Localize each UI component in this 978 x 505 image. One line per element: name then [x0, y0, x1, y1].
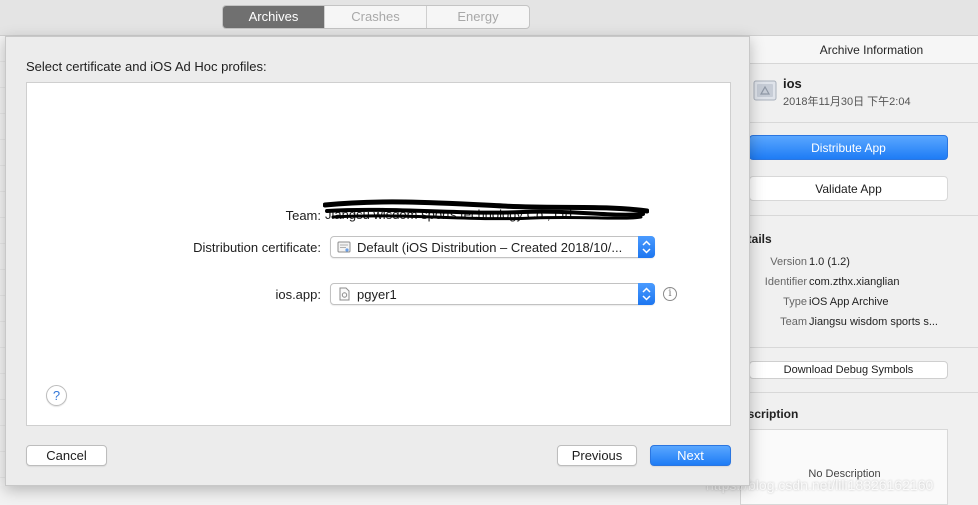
distribution-certificate-popup[interactable]: Default (iOS Distribution – Created 2018… [330, 236, 655, 258]
divider [741, 122, 978, 123]
distribution-options-sheet: Select certificate and iOS Ad Hoc profil… [5, 36, 750, 486]
signing-options-box: Team: Jiangsu wisdom sports technology C… [26, 82, 731, 426]
detail-value: 1.0 (1.2) [809, 256, 850, 268]
chevron-up-down-icon [642, 287, 651, 301]
provisioning-profile-popup[interactable]: pgyer1 [330, 283, 655, 305]
help-button[interactable]: ? [46, 385, 67, 406]
validate-app-button[interactable]: Validate App [749, 176, 948, 201]
detail-label: Version [770, 256, 807, 268]
detail-value: iOS App Archive [809, 296, 889, 308]
detail-row-version: Version 1.0 (1.2) [741, 256, 978, 272]
redaction-scribble [323, 199, 649, 221]
detail-value: com.zthx.xianglian [809, 276, 900, 288]
top-toolbar: Archives Crashes Energy [0, 0, 978, 36]
profile-value: pgyer1 [357, 287, 397, 302]
archive-summary: ios 2018年11月30日 下午2:04 [751, 76, 911, 109]
info-icon[interactable]: i [663, 287, 677, 301]
next-button[interactable]: Next [650, 445, 731, 466]
detail-label: Identifier [764, 276, 807, 288]
team-label: Team: [285, 208, 321, 223]
panel-header: Archive Information [741, 36, 978, 64]
divider [741, 347, 978, 348]
cancel-button[interactable]: Cancel [26, 445, 107, 466]
detail-row-team: Team Jiangsu wisdom sports s... [741, 316, 978, 332]
archive-name: ios [783, 76, 802, 91]
detail-row-identifier: Identifier com.zthx.xianglian [741, 276, 978, 292]
distribute-app-button[interactable]: Distribute App [749, 135, 948, 160]
popup-arrows [638, 283, 655, 305]
archive-icon [753, 80, 777, 101]
profile-label: ios.app: [275, 287, 321, 302]
archive-list-footer [0, 486, 740, 505]
tab-archives[interactable]: Archives [223, 6, 325, 28]
certificate-value: Default (iOS Distribution – Created 2018… [357, 240, 623, 255]
sheet-title: Select certificate and iOS Ad Hoc profil… [26, 59, 267, 74]
download-debug-symbols-button[interactable]: Download Debug Symbols [749, 361, 948, 379]
previous-button[interactable]: Previous [557, 445, 637, 466]
detail-label: Team [780, 316, 807, 328]
certificate-icon [337, 241, 351, 253]
detail-row-type: Type iOS App Archive [741, 296, 978, 312]
detail-value: Jiangsu wisdom sports s... [809, 316, 938, 328]
detail-label: Type [783, 296, 807, 308]
divider [741, 392, 978, 393]
archive-date: 2018年11月30日 下午2:04 [783, 96, 911, 108]
profile-icon [339, 287, 350, 301]
distribution-certificate-label: Distribution certificate: [193, 240, 321, 255]
description-field[interactable]: No Description [741, 429, 948, 505]
popup-arrows [638, 236, 655, 258]
tab-crashes[interactable]: Crashes [325, 6, 427, 28]
chevron-up-down-icon [642, 240, 651, 254]
tab-energy[interactable]: Energy [427, 6, 529, 28]
organizer-tab-control: Archives Crashes Energy [222, 5, 530, 29]
divider [741, 215, 978, 216]
archive-information-panel: Archive Information ios 2018年11月30日 下午2:… [740, 36, 978, 505]
